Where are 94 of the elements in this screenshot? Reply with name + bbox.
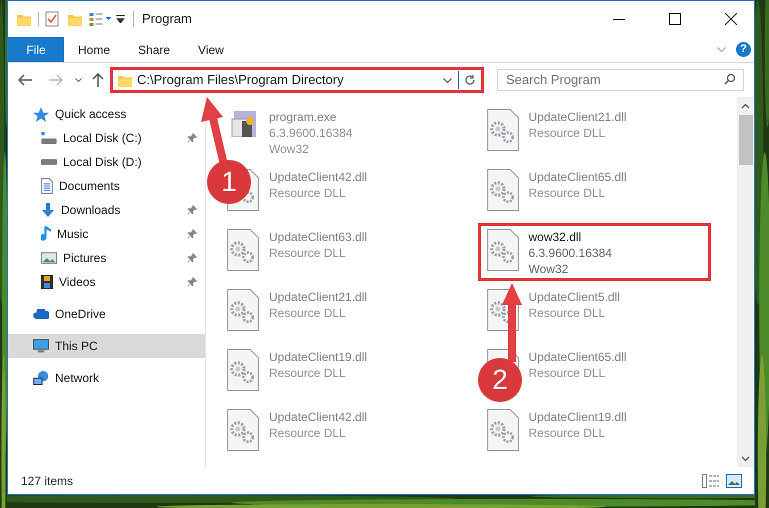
drive-icon bbox=[41, 159, 57, 165]
refresh-icon[interactable] bbox=[464, 74, 476, 86]
file-detail: Resource DLL bbox=[269, 245, 347, 261]
minimize-icon bbox=[613, 18, 625, 20]
pin-icon[interactable] bbox=[187, 133, 197, 143]
file-detail: Resource DLL bbox=[528, 185, 606, 201]
gear-file-icon bbox=[227, 229, 259, 271]
sidebar-item[interactable]: Downloads bbox=[8, 198, 205, 222]
window-title: Program bbox=[142, 10, 193, 28]
dropdown-caret-icon[interactable] bbox=[116, 15, 125, 23]
sidebar-item[interactable]: This PC bbox=[8, 334, 205, 358]
file-name[interactable]: UpdateClient42.dll bbox=[269, 409, 368, 425]
file-detail: Resource DLL bbox=[269, 305, 347, 321]
gear-file-icon bbox=[486, 169, 518, 211]
address-bar[interactable]: C:\Program Files\Program Directory bbox=[110, 67, 484, 93]
new-folder-icon bbox=[67, 12, 83, 26]
file-detail: Resource DLL bbox=[269, 185, 347, 201]
folder-icon bbox=[117, 74, 133, 86]
gear-file-icon bbox=[486, 109, 518, 151]
sidebar-item[interactable]: Documents bbox=[8, 174, 205, 198]
file-detail: Resource DLL bbox=[269, 365, 347, 381]
sidebar-item[interactable]: Local Disk (C:) bbox=[8, 126, 205, 150]
file-detail: Resource DLL bbox=[269, 425, 347, 441]
file-detail: Resource DLL bbox=[528, 125, 606, 141]
file-name[interactable]: UpdateClient65.dll bbox=[528, 169, 627, 185]
scroll-up-icon[interactable] bbox=[741, 103, 750, 109]
folder-icon bbox=[16, 12, 32, 26]
file-name[interactable]: UpdateClient65.dll bbox=[528, 349, 627, 365]
scroll-down-icon[interactable] bbox=[741, 456, 750, 462]
file-name[interactable]: UpdateClient63.dll bbox=[269, 229, 368, 245]
scrollbar[interactable] bbox=[737, 97, 754, 467]
gear-file-icon bbox=[486, 229, 518, 271]
download-icon bbox=[41, 202, 55, 218]
file-detail: Resource DLL bbox=[528, 425, 606, 441]
ribbon-tab[interactable]: Home bbox=[64, 37, 124, 62]
help-button[interactable]: ? bbox=[736, 42, 751, 57]
view-options-icon[interactable] bbox=[89, 12, 112, 26]
maximize-icon bbox=[669, 13, 681, 25]
ribbon-tab[interactable]: View bbox=[184, 37, 238, 62]
gear-file-icon bbox=[227, 349, 259, 391]
file-name[interactable]: UpdateClient42.dll bbox=[269, 169, 368, 185]
file-detail: Resource DLL bbox=[528, 365, 606, 381]
sidebar-item[interactable]: Local Disk (D:) bbox=[8, 150, 205, 174]
file-detail: 6.3.9600.16384 bbox=[269, 125, 352, 141]
properties-icon[interactable] bbox=[45, 11, 59, 27]
pin-icon[interactable] bbox=[187, 205, 197, 215]
film-icon bbox=[41, 274, 53, 290]
sidebar-item[interactable]: Videos bbox=[8, 270, 205, 294]
sidebar-item[interactable]: OneDrive bbox=[8, 302, 205, 326]
search-field[interactable]: Search Program bbox=[497, 68, 744, 90]
search-icon[interactable] bbox=[724, 73, 736, 85]
file-name[interactable]: program.exe bbox=[269, 109, 352, 125]
file-tab[interactable]: File bbox=[8, 37, 64, 62]
application-icon bbox=[231, 109, 257, 137]
picture-icon bbox=[41, 252, 57, 264]
gear-file-icon bbox=[227, 409, 259, 451]
music-note-icon bbox=[41, 226, 51, 242]
file-name[interactable]: UpdateClient19.dll bbox=[528, 409, 627, 425]
back-arrow-icon[interactable] bbox=[18, 74, 32, 86]
close-icon bbox=[725, 13, 737, 25]
file-detail: 6.3.9600.16384 bbox=[528, 245, 612, 261]
file-name[interactable]: UpdateClient21.dll bbox=[528, 109, 627, 125]
sidebar-item[interactable]: Quick access bbox=[8, 102, 205, 126]
drive-icon bbox=[41, 132, 57, 144]
network-icon bbox=[33, 371, 49, 385]
recent-locations-caret-icon[interactable] bbox=[75, 78, 82, 82]
dropdown-caret-icon[interactable] bbox=[443, 78, 452, 82]
item-count: 127 items bbox=[21, 472, 74, 490]
star-icon bbox=[33, 106, 49, 122]
file-detail: Resource DLL bbox=[528, 305, 606, 321]
pin-icon[interactable] bbox=[187, 253, 197, 263]
file-name[interactable]: UpdateClient19.dll bbox=[269, 349, 368, 365]
file-detail: Wow32 bbox=[528, 261, 570, 277]
sidebar-item[interactable]: Pictures bbox=[8, 246, 205, 270]
cloud-icon bbox=[33, 309, 49, 319]
pin-icon[interactable] bbox=[187, 229, 197, 239]
scrollbar-thumb[interactable] bbox=[738, 115, 752, 165]
gear-file-icon bbox=[227, 289, 259, 331]
large-icons-view-icon[interactable] bbox=[726, 474, 742, 488]
up-arrow-icon[interactable] bbox=[92, 73, 104, 87]
file-detail: Wow32 bbox=[269, 141, 310, 157]
ribbon-tab[interactable]: Share bbox=[124, 37, 184, 62]
file-name[interactable]: UpdateClient21.dll bbox=[269, 289, 368, 305]
document-icon bbox=[41, 178, 53, 194]
file-name[interactable]: wow32.dll bbox=[528, 229, 612, 245]
sidebar-item[interactable]: Music bbox=[8, 222, 205, 246]
expand-ribbon-icon[interactable] bbox=[717, 47, 726, 52]
gear-file-icon bbox=[486, 409, 518, 451]
computer-icon bbox=[33, 339, 49, 353]
address-path: C:\Program Files\Program Directory bbox=[137, 71, 345, 90]
pin-icon[interactable] bbox=[187, 277, 197, 287]
details-view-icon[interactable] bbox=[702, 474, 720, 488]
sidebar-item[interactable]: Network bbox=[8, 366, 205, 390]
file-name[interactable]: UpdateClient5.dll bbox=[528, 289, 620, 305]
